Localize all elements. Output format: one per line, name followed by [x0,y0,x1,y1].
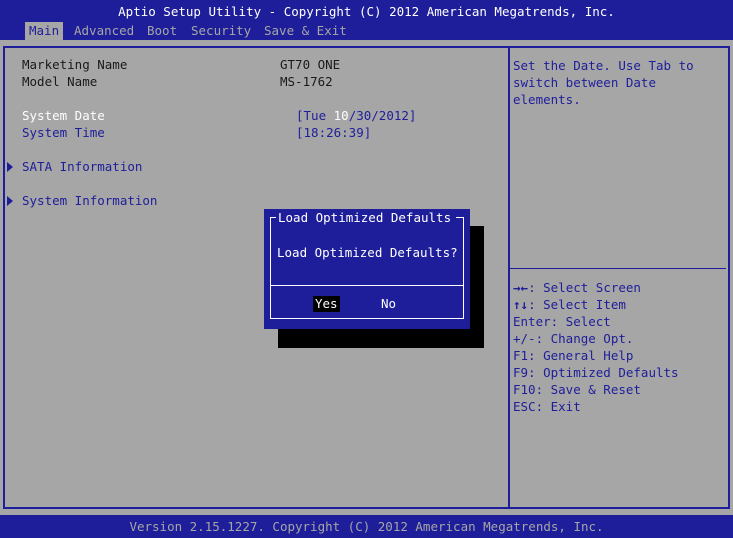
arrows-left-right-icon: →← [513,280,529,295]
help-description: Set the Date. Use Tab to switch between … [513,58,694,107]
panel-divider [508,46,510,509]
tab-security[interactable]: Security [187,22,255,40]
key-save-reset: F10: Save & Reset [513,382,641,397]
load-defaults-dialog: Load Optimized Defaults Load Optimized D… [264,209,470,329]
yes-button[interactable]: Yes [313,296,340,312]
tab-main[interactable]: Main [25,22,64,40]
system-date-month[interactable]: 10 [334,108,349,123]
no-button[interactable]: No [379,296,398,312]
sata-information-item[interactable]: SATA Information [22,159,142,175]
key-legend: →←: Select Screen ↑↓: Select Item Enter:… [513,279,679,415]
submenu-arrow-icon [7,196,13,206]
dialog-title: Load Optimized Defaults [278,210,452,225]
system-information-item[interactable]: System Information [22,193,157,209]
key-change-opt: +/-: Change Opt. [513,331,634,346]
system-time-field[interactable]: [18:26:39] [296,125,371,141]
system-date-suffix: /30/2012] [348,108,417,123]
system-date-field[interactable]: [Tue 10/30/2012] [296,108,416,124]
model-name-label: Model Name [22,74,98,89]
key-select-screen: →←: Select Screen [513,280,641,295]
version-footer: Version 2.15.1227. Copyright (C) 2012 Am… [0,515,733,538]
key-enter: Enter: Select [513,314,611,329]
key-exit: ESC: Exit [513,399,581,414]
tab-bar: Main Advanced Boot Security Save & Exit [0,22,733,40]
dialog-separator [270,285,464,286]
tab-advanced[interactable]: Advanced [70,22,138,40]
arrows-up-down-icon: ↑↓ [513,297,529,312]
app-title: Aptio Setup Utility - Copyright (C) 2012… [0,0,733,22]
system-time-label[interactable]: System Time [22,125,105,141]
key-general-help: F1: General Help [513,348,634,363]
model-name-value: MS-1762 [280,74,333,89]
key-select-item: ↑↓: Select Item [513,297,626,312]
marketing-name-value: GT70 ONE [280,57,341,72]
key-optimized-defaults: F9: Optimized Defaults [513,365,679,380]
system-date-label[interactable]: System Date [22,108,105,124]
system-date-prefix: [Tue [296,108,334,123]
help-divider [510,268,726,269]
dialog-question: Load Optimized Defaults? [277,245,458,260]
tab-save-exit[interactable]: Save & Exit [260,22,351,40]
submenu-arrow-icon [7,162,13,172]
marketing-name-label: Marketing Name [22,57,128,72]
tab-boot[interactable]: Boot [143,22,181,40]
